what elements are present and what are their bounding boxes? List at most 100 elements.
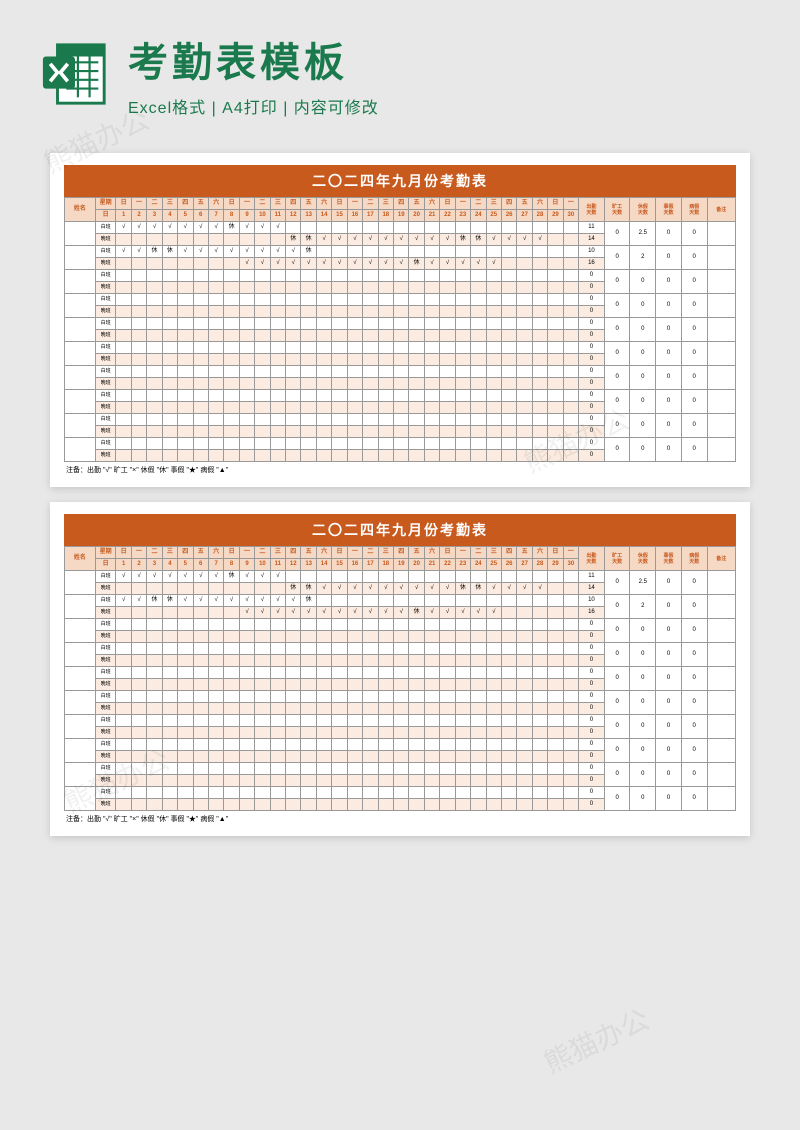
cell-mark [116, 679, 131, 691]
cell-mark [563, 438, 578, 450]
cell-mark [270, 619, 285, 631]
cell-mark [394, 715, 409, 727]
cell-summary: 0 [681, 619, 707, 643]
cell-mark [471, 222, 486, 234]
cell-mark [455, 306, 470, 318]
cell-mark [332, 246, 347, 258]
cell-mark [471, 751, 486, 763]
cell-mark [455, 318, 470, 330]
cell-mark [347, 414, 362, 426]
cell-summary: 0 [604, 246, 630, 270]
cell-mark [424, 330, 439, 342]
cell-summary: 0 [681, 787, 707, 811]
cell-mark [501, 306, 516, 318]
cell-mark [347, 643, 362, 655]
cell-mark [424, 763, 439, 775]
cell-mark [455, 571, 470, 583]
cell-mark [394, 342, 409, 354]
col-summary: 出勤 天数 [579, 198, 605, 222]
cell-mark [517, 667, 532, 679]
cell-summary [707, 571, 735, 595]
cell-mark [517, 222, 532, 234]
cell-mark [517, 318, 532, 330]
cell-mark [471, 306, 486, 318]
col-weekday: 五 [301, 198, 316, 210]
cell-mark [548, 378, 563, 390]
cell-mark [224, 763, 239, 775]
cell-mark [409, 318, 424, 330]
cell-mark [301, 703, 316, 715]
cell-mark [178, 607, 193, 619]
cell-summary [707, 667, 735, 691]
cell-mark: √ [270, 571, 285, 583]
cell-mark [116, 583, 131, 595]
cell-mark [424, 366, 439, 378]
cell-mark [270, 643, 285, 655]
col-weekday: 三 [486, 547, 501, 559]
cell-mark [532, 751, 547, 763]
cell-mark: √ [193, 595, 208, 607]
cell-mark [332, 450, 347, 462]
cell-mark [501, 607, 516, 619]
cell-mark [563, 607, 578, 619]
cell-mark [347, 426, 362, 438]
cell-mark [363, 318, 378, 330]
cell-mark [239, 655, 254, 667]
cell-mark [316, 691, 331, 703]
cell-mark [532, 739, 547, 751]
cell-mark [131, 282, 146, 294]
cell-mark: √ [286, 607, 301, 619]
col-daynum: 12 [286, 559, 301, 571]
cell-mark: √ [532, 583, 547, 595]
cell-mark [563, 751, 578, 763]
cell-mark [270, 366, 285, 378]
cell-attend-days: 0 [579, 342, 605, 354]
cell-mark [147, 330, 162, 342]
cell-mark [255, 679, 270, 691]
cell-summary: 0 [604, 390, 630, 414]
cell-mark [239, 643, 254, 655]
cell-mark [162, 607, 177, 619]
cell-summary [707, 787, 735, 811]
cell-mark [208, 438, 223, 450]
cell-mark [378, 643, 393, 655]
cell-mark [486, 450, 501, 462]
cell-attend-days: 0 [579, 655, 605, 667]
cell-mark [363, 703, 378, 715]
cell-mark [409, 571, 424, 583]
cell-mark [409, 342, 424, 354]
cell-mark [208, 270, 223, 282]
col-daynum: 27 [517, 559, 532, 571]
cell-mark [378, 390, 393, 402]
cell-summary: 0 [656, 438, 682, 462]
cell-mark [394, 631, 409, 643]
cell-mark [270, 402, 285, 414]
cell-mark [131, 703, 146, 715]
cell-mark [239, 787, 254, 799]
cell-mark [147, 342, 162, 354]
cell-mark [363, 402, 378, 414]
cell-summary [707, 366, 735, 390]
cell-mark [517, 691, 532, 703]
cell-mark [270, 354, 285, 366]
cell-mark [316, 631, 331, 643]
cell-mark [486, 655, 501, 667]
cell-mark [131, 330, 146, 342]
cell-mark: √ [440, 234, 455, 246]
cell-mark: √ [224, 595, 239, 607]
cell-summary: 0 [656, 366, 682, 390]
cell-mark [162, 799, 177, 811]
col-daynum: 8 [224, 559, 239, 571]
cell-mark: √ [286, 595, 301, 607]
cell-shift: 白班 [95, 270, 116, 282]
cell-mark [255, 727, 270, 739]
cell-name [65, 222, 96, 246]
cell-mark [424, 342, 439, 354]
cell-mark [162, 655, 177, 667]
cell-mark [532, 775, 547, 787]
cell-mark [316, 426, 331, 438]
cell-attend-days: 0 [579, 294, 605, 306]
cell-name [65, 691, 96, 715]
cell-mark [532, 390, 547, 402]
cell-mark: √ [332, 258, 347, 270]
